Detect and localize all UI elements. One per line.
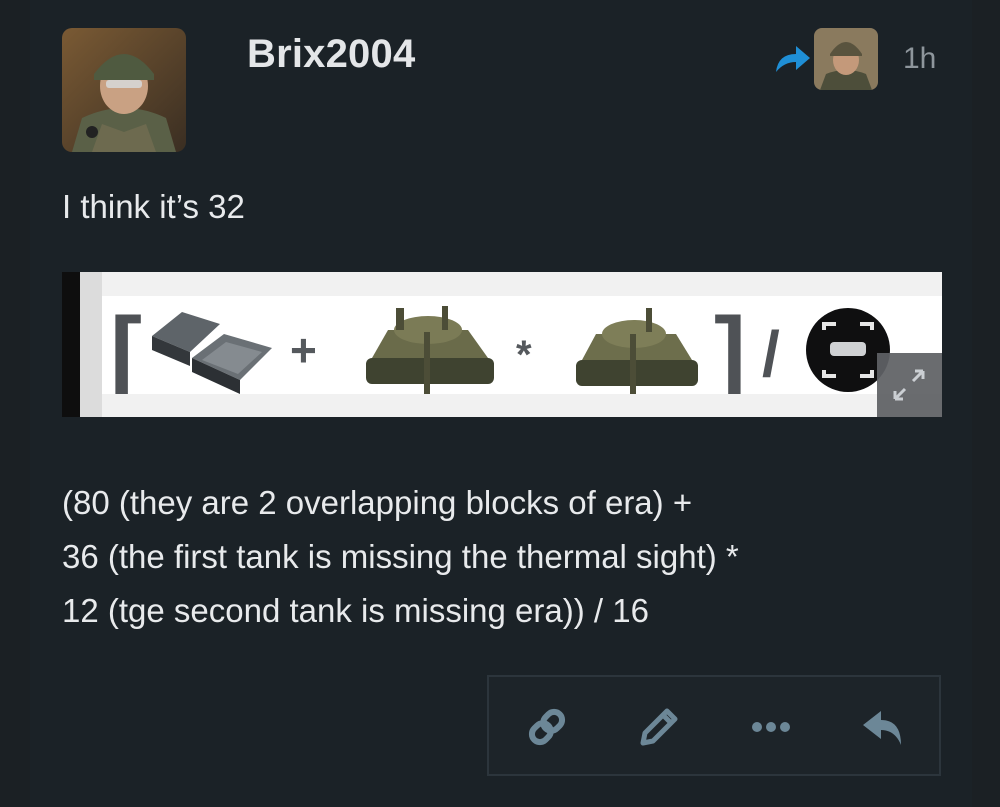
post-text-intro: I think it’s 32 — [62, 188, 245, 225]
left-gutter — [0, 0, 30, 807]
image-bracket-left: [ — [110, 298, 142, 394]
image-left-border — [62, 272, 80, 417]
tank-image-1 — [366, 306, 494, 396]
expand-icon — [893, 369, 925, 401]
expand-image-button[interactable] — [877, 353, 942, 417]
body-line: 36 (the first tank is missing the therma… — [62, 538, 739, 575]
post-image[interactable]: [ + *] / — [62, 272, 942, 417]
reply-button[interactable] — [859, 703, 907, 751]
image-asterisk: * — [516, 333, 532, 377]
ellipsis-icon — [752, 722, 790, 732]
reply-icon — [863, 711, 901, 745]
post-time[interactable]: 1h — [903, 42, 936, 76]
post-text-body: (80 (they are 2 overlapping blocks of er… — [62, 476, 739, 638]
reply-arrow-icon[interactable] — [772, 40, 812, 76]
image-slash: / — [762, 318, 780, 390]
right-gutter — [972, 0, 1000, 807]
era-blocks-image — [152, 312, 272, 394]
reply-to-avatar[interactable] — [814, 28, 878, 90]
image-bracket-right: ] — [714, 298, 746, 394]
username[interactable]: Brix2004 — [247, 32, 415, 77]
pencil-icon — [640, 708, 678, 746]
image-left-shade — [80, 272, 102, 417]
more-options-button[interactable] — [747, 703, 795, 751]
link-icon — [528, 708, 566, 746]
edit-button[interactable] — [635, 703, 683, 751]
body-line: 12 (tge second tank is missing era)) / 1… — [62, 592, 649, 629]
tank-image-2 — [576, 308, 698, 396]
user-avatar[interactable] — [62, 28, 186, 152]
post-actions — [487, 675, 941, 776]
image-plus: + — [290, 324, 317, 376]
image-content: [ + *] / — [102, 296, 942, 405]
body-line: (80 (they are 2 overlapping blocks of er… — [62, 484, 693, 521]
copy-link-button[interactable] — [523, 703, 571, 751]
